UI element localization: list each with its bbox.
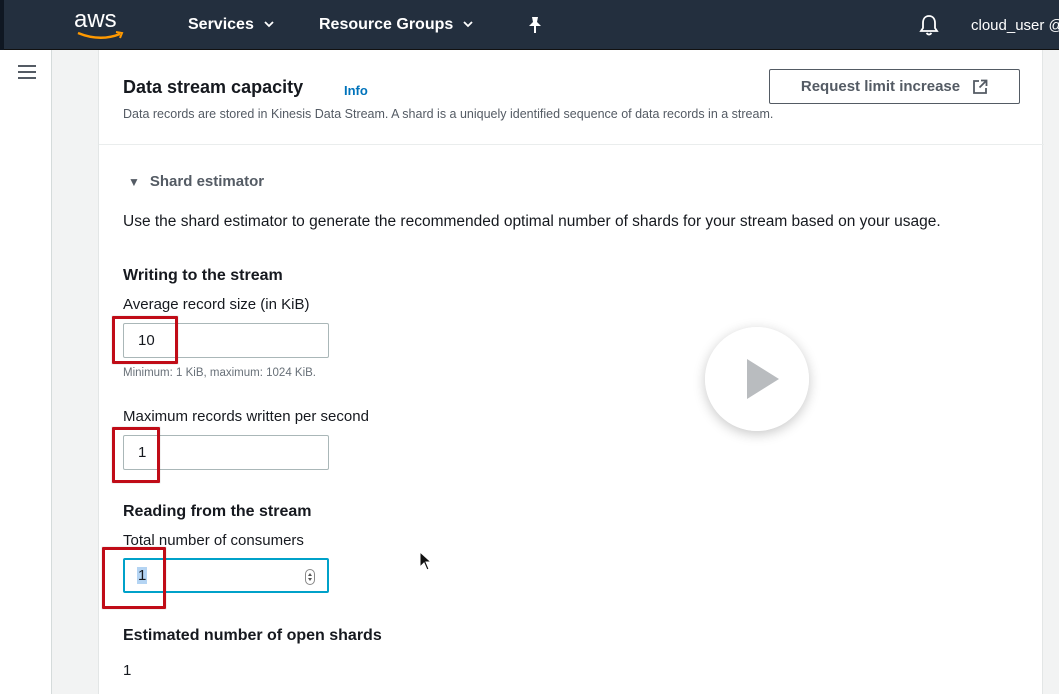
consumers-input[interactable]: 1 (123, 558, 329, 593)
play-icon[interactable] (705, 327, 809, 431)
chevron-down-icon (264, 19, 274, 31)
menu-icon[interactable] (18, 65, 38, 81)
chevron-down-icon (463, 19, 473, 31)
resource-groups-menu[interactable]: Resource Groups (319, 0, 473, 50)
aws-smile-icon (77, 31, 124, 39)
consumers-value: 1 (137, 567, 148, 584)
panel-description: Data records are stored in Kinesis Data … (123, 107, 774, 121)
shard-estimator-toggle[interactable]: ▼ Shard estimator (128, 173, 264, 190)
pin-icon (529, 17, 541, 33)
data-stream-capacity-panel: Data stream capacity Info Data records a… (98, 50, 1044, 694)
record-size-hint: Minimum: 1 KiB, maximum: 1024 KiB. (123, 367, 317, 379)
writing-section-title: Writing to the stream (123, 267, 283, 284)
record-size-input[interactable]: 10 (123, 323, 329, 358)
reading-section-title: Reading from the stream (123, 503, 312, 520)
max-records-label: Maximum records written per second (123, 408, 369, 425)
shard-estimator-label: Shard estimator (149, 173, 265, 190)
left-sidebar-rail (0, 50, 52, 694)
user-menu[interactable]: cloud_user @ (971, 0, 1059, 50)
max-records-value: 1 (138, 444, 147, 461)
top-navigation-bar: aws Services Resource Groups cloud_user … (0, 0, 1059, 50)
services-menu[interactable]: Services (188, 0, 274, 50)
caret-down-icon: ▼ (128, 174, 140, 189)
estimated-shards-title: Estimated number of open shards (123, 627, 382, 644)
number-stepper-icon[interactable] (305, 569, 315, 585)
notifications-button[interactable] (919, 0, 939, 50)
pin-button[interactable] (527, 0, 543, 50)
consumers-label: Total number of consumers (123, 532, 304, 549)
services-label: Services (188, 16, 254, 33)
request-limit-increase-button[interactable]: Request limit increase (769, 69, 1020, 104)
mouse-cursor-icon (419, 551, 433, 571)
user-name: cloud_user @ (971, 16, 1059, 34)
request-limit-increase-label: Request limit increase (800, 78, 961, 95)
estimated-shards-value: 1 (123, 662, 132, 679)
max-records-input[interactable]: 1 (123, 435, 329, 470)
record-size-value: 10 (138, 332, 155, 349)
resource-groups-label: Resource Groups (319, 16, 454, 33)
shard-estimator-description: Use the shard estimator to generate the … (123, 213, 941, 230)
aws-logo-text: aws (74, 6, 117, 33)
bell-icon (919, 15, 939, 36)
record-size-label: Average record size (in KiB) (123, 296, 310, 313)
info-link[interactable]: Info (344, 83, 368, 98)
aws-logo[interactable]: aws (74, 8, 128, 42)
panel-title: Data stream capacity (123, 77, 304, 97)
panel-header: Data stream capacity Info Data records a… (99, 50, 1044, 145)
external-link-icon (973, 79, 988, 94)
